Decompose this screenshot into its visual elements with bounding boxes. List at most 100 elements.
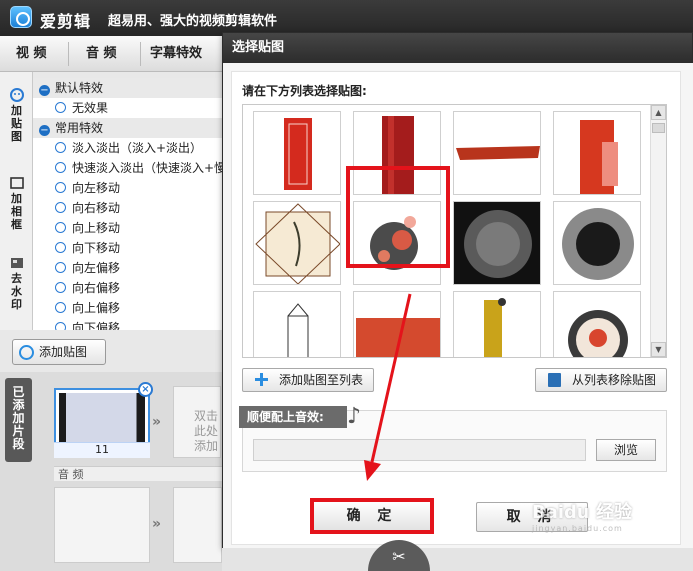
- effect-item[interactable]: 向右移动: [33, 198, 222, 218]
- audio-slot[interactable]: [54, 487, 150, 563]
- tab-video[interactable]: 视 频: [16, 36, 47, 72]
- effect-label: 向下移动: [72, 241, 121, 255]
- sticker-thumbnail[interactable]: [453, 111, 541, 195]
- effect-label: 向上偏移: [72, 301, 121, 315]
- sticker-thumbnail[interactable]: [453, 201, 541, 285]
- effects-group-default[interactable]: − 默认特效: [33, 78, 222, 98]
- app-name: 爱剪辑: [40, 12, 92, 31]
- sticker-thumbnail[interactable]: [353, 291, 441, 357]
- radio-icon: [55, 182, 66, 193]
- clip-drop-zone[interactable]: 双击此处添加: [173, 386, 221, 458]
- sticker-image: [255, 203, 340, 284]
- main-tabs: 视 频 音 频 字幕特效: [0, 36, 222, 72]
- app-titlebar: 爱剪辑 超易用、强大的视频剪辑软件: [0, 0, 693, 36]
- chevron-right-icon: »: [152, 516, 162, 532]
- scroll-thumb[interactable]: [652, 123, 665, 133]
- sticker-image: [464, 210, 532, 278]
- remove-sticker-from-list-button[interactable]: 从列表移除贴图: [535, 368, 667, 392]
- effect-label: 向下偏移: [72, 321, 121, 330]
- effect-label: 向右偏移: [72, 281, 121, 295]
- collapse-icon: −: [39, 125, 50, 136]
- trash-icon: [548, 373, 561, 387]
- effect-label: 向上移动: [72, 221, 121, 235]
- effects-list: − 默认特效 无效果 − 常用特效 淡入淡出（淡入+淡出） 快速淡入淡出（快速淡入+…: [33, 78, 222, 330]
- sticker-icon: [9, 88, 24, 102]
- app-slogan: 超易用、强大的视频剪辑软件: [108, 14, 278, 29]
- chevron-right-icon: »: [152, 414, 162, 430]
- dialog-title: 选择贴图: [223, 33, 692, 63]
- scroll-up-icon[interactable]: ▲: [651, 105, 666, 120]
- music-note-icon: ♪: [347, 404, 362, 429]
- radio-icon: [55, 302, 66, 313]
- sticker-image: [580, 120, 618, 194]
- side-tool-label: 加相框: [11, 192, 22, 231]
- sticker-image: [456, 146, 540, 160]
- clip-number: 11: [54, 442, 150, 458]
- side-tool-label: 去水印: [11, 272, 22, 311]
- effect-item[interactable]: 向下移动: [33, 238, 222, 258]
- ok-button[interactable]: 确 定: [310, 498, 434, 534]
- side-tool-add-frame[interactable]: 加相框: [2, 176, 31, 231]
- sticker-image: [356, 318, 440, 357]
- sound-effect-label: 顺便配上音效:: [239, 406, 347, 428]
- sound-effect-panel: 顺便配上音效: ♪ 浏览: [239, 405, 667, 472]
- add-sticker-to-list-button[interactable]: 添加贴图至列表: [242, 368, 374, 392]
- dialog-prompt: 请在下方列表选择贴图:: [242, 84, 367, 98]
- gallery-scrollbar[interactable]: ▲ ▼: [650, 105, 666, 357]
- baidu-watermark: Baidu 经验 jingyan.baidu.com: [532, 498, 682, 538]
- watermark-sub: jingyan.baidu.com: [532, 524, 623, 533]
- tab-subtitle-effects[interactable]: 字幕特效: [150, 36, 202, 72]
- side-toolbar: 加贴图 加相框 去水印: [0, 72, 33, 330]
- side-tool-remove-watermark[interactable]: 去水印: [2, 256, 31, 311]
- sticker-thumbnail[interactable]: [453, 291, 541, 357]
- add-sticker-button[interactable]: 添加贴图: [12, 339, 106, 365]
- sticker-thumbnail[interactable]: [253, 291, 341, 357]
- collapse-icon: −: [39, 85, 50, 96]
- sticker-image: [562, 208, 634, 280]
- plus-icon: [255, 373, 268, 386]
- scroll-down-icon[interactable]: ▼: [651, 342, 666, 357]
- effect-label: 向左移动: [72, 181, 121, 195]
- effect-item[interactable]: 向右偏移: [33, 278, 222, 298]
- radio-icon: [55, 162, 66, 173]
- sticker-image: [484, 298, 506, 357]
- dialog-content: 请在下方列表选择贴图: ▲ ▼ 添加贴图至列表 从列表移除贴图 顺便配上音效: …: [231, 71, 681, 545]
- selected-sticker-highlight: [346, 166, 450, 268]
- effect-item[interactable]: 向上移动: [33, 218, 222, 238]
- clip-remove-icon[interactable]: ×: [138, 382, 153, 397]
- group-title: 常用特效: [55, 121, 104, 135]
- sticker-icon: [19, 345, 34, 360]
- effect-item[interactable]: 向下偏移: [33, 318, 222, 330]
- sticker-thumbnail[interactable]: [553, 201, 641, 285]
- tab-audio[interactable]: 音 频: [86, 36, 117, 72]
- sound-effect-path-field[interactable]: [253, 439, 586, 461]
- radio-icon: [55, 102, 66, 113]
- radio-icon: [55, 202, 66, 213]
- radio-icon: [55, 282, 66, 293]
- clips-tab[interactable]: 已添加片段: [5, 378, 32, 462]
- effect-label: 向左偏移: [72, 261, 121, 275]
- browse-button[interactable]: 浏览: [596, 439, 656, 461]
- group-title: 默认特效: [55, 81, 104, 95]
- effect-item[interactable]: 向左偏移: [33, 258, 222, 278]
- effect-item[interactable]: 淡入淡出（淡入+淡出）: [33, 138, 222, 158]
- sticker-thumbnail[interactable]: [553, 291, 641, 357]
- sticker-thumbnail[interactable]: [253, 111, 341, 195]
- button-label: 从列表移除贴图: [572, 373, 657, 387]
- sticker-thumbnail[interactable]: [553, 111, 641, 195]
- radio-icon: [55, 322, 66, 330]
- sticker-image: [568, 310, 628, 357]
- radio-icon: [55, 262, 66, 273]
- effect-item[interactable]: 向左移动: [33, 178, 222, 198]
- audio-track-label: 音 频: [54, 466, 222, 481]
- watermark-text: Baidu 经验: [532, 502, 633, 523]
- audio-slot[interactable]: [173, 487, 222, 563]
- effect-item[interactable]: 无效果: [33, 98, 222, 118]
- effects-group-common[interactable]: − 常用特效: [33, 118, 222, 138]
- effect-label: 向右移动: [72, 201, 121, 215]
- effect-item[interactable]: 快速淡入淡出（快速淡入+慢: [33, 158, 222, 178]
- side-tool-label: 加贴图: [11, 104, 22, 143]
- sticker-thumbnail[interactable]: [253, 201, 341, 285]
- effect-item[interactable]: 向上偏移: [33, 298, 222, 318]
- side-tool-add-sticker[interactable]: 加贴图: [2, 88, 31, 143]
